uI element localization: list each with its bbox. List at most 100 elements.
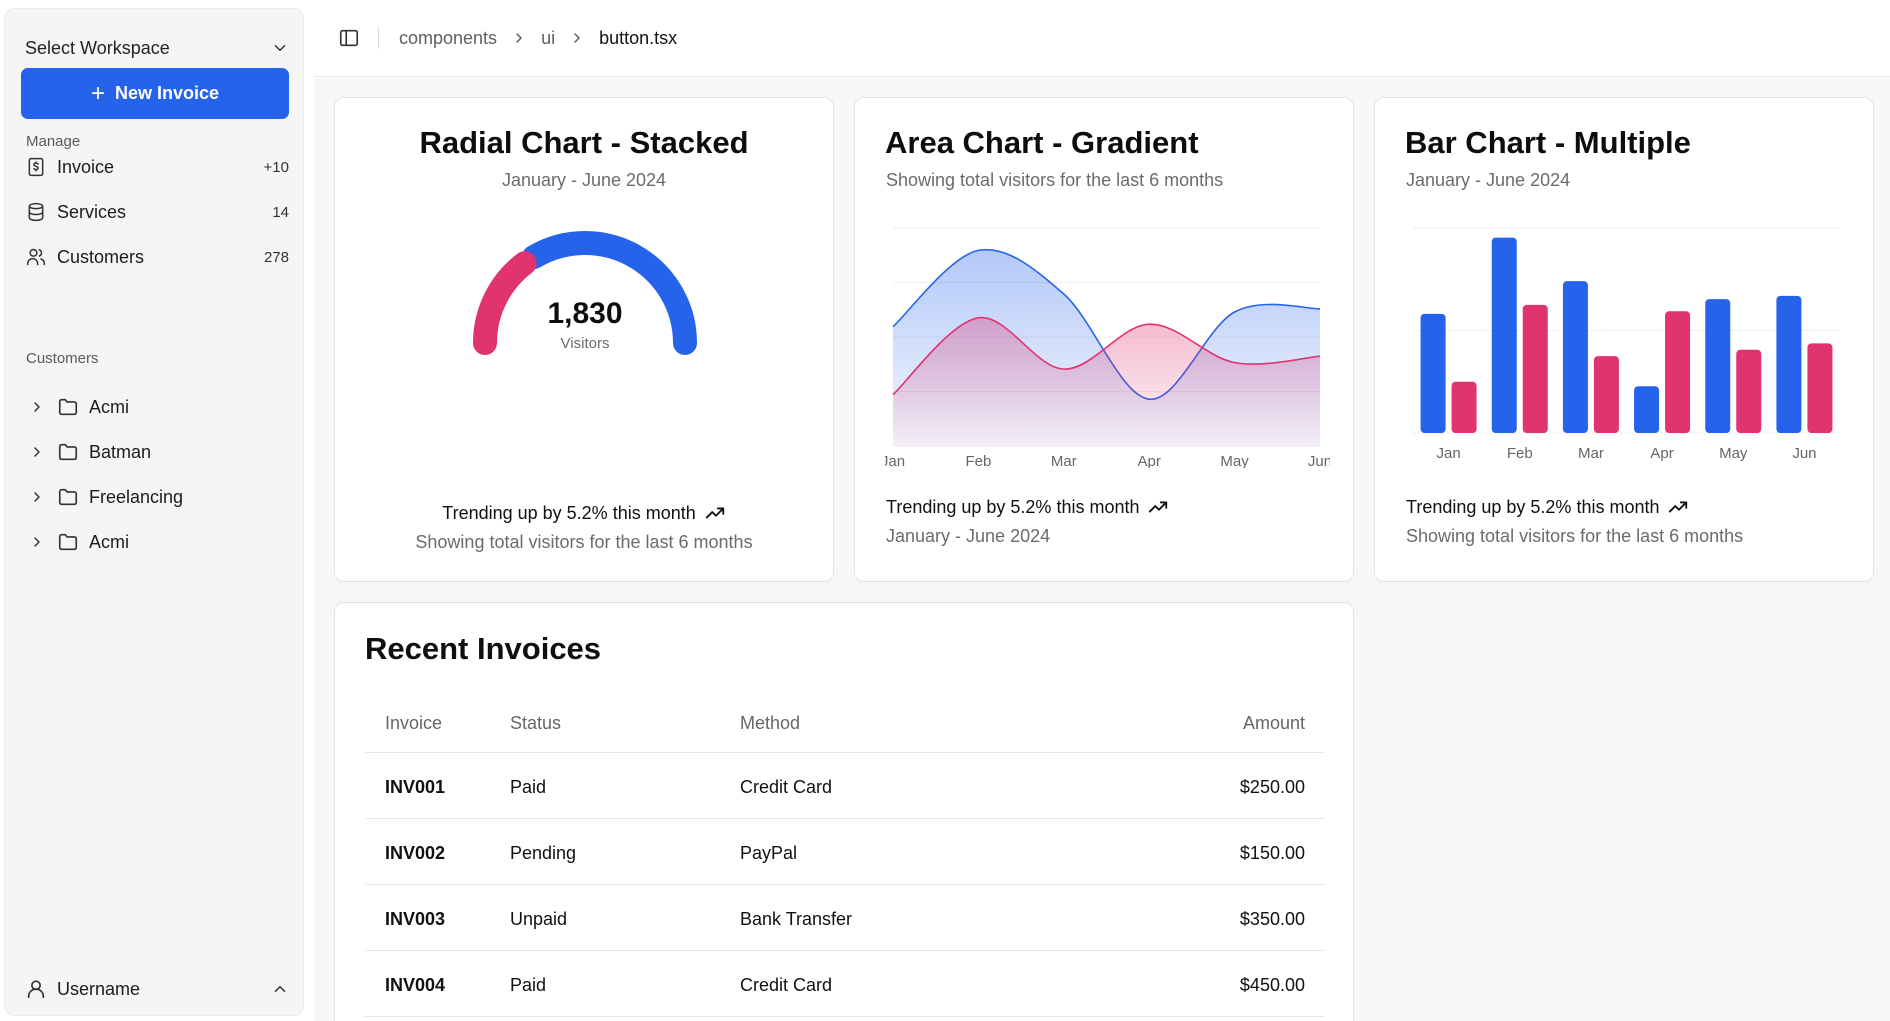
cell-status: Pending <box>510 843 577 863</box>
sidebar-item-label: Services <box>57 201 127 222</box>
area-x-axis: Jan Feb Mar Apr May Jun <box>885 453 1330 468</box>
card-title: Radial Chart - Stacked <box>419 125 749 160</box>
cell-status: Unpaid <box>510 909 568 929</box>
customer-folder-batman[interactable]: Batman <box>29 435 289 469</box>
bar-may-series-2[interactable] <box>1736 349 1762 433</box>
sidebar-item-invoice[interactable]: Invoice +10 <box>25 150 289 184</box>
bar-mar-series-1[interactable] <box>1562 281 1588 433</box>
folder-icon <box>58 443 78 461</box>
services-count: 14 <box>272 203 289 221</box>
table-title: Recent Invoices <box>365 631 602 666</box>
sidebar-item-services[interactable]: Services 14 <box>25 195 289 229</box>
cell-status: Paid <box>510 777 547 797</box>
cell-method: PayPal <box>740 843 798 863</box>
bar-apr-series-1[interactable] <box>1634 386 1660 433</box>
radial-chart: 1,830 Visitors <box>473 231 697 355</box>
bar-x-axis: Jan Feb Mar Apr May Jun <box>1436 445 1816 462</box>
card-subtitle: January - June 2024 <box>1406 170 1571 190</box>
cell-method: Credit Card <box>740 777 833 797</box>
card-subtitle: Showing total visitors for the last 6 mo… <box>886 170 1224 190</box>
chevron-right-icon <box>516 33 522 43</box>
cell-invoice: INV003 <box>385 909 446 929</box>
bar-jan-series-2[interactable] <box>1451 381 1477 433</box>
folder-label: Batman <box>89 441 152 462</box>
chevron-right-icon <box>574 33 580 43</box>
folder-icon <box>58 398 78 416</box>
user-icon <box>27 980 45 999</box>
bar-feb-series-1[interactable] <box>1491 237 1517 433</box>
card-footer-trend: Trending up by 5.2% this month <box>1406 496 1689 518</box>
cell-method: Credit Card <box>740 975 833 995</box>
column-header-method[interactable]: Method <box>740 713 800 734</box>
area-chart: Jan Feb Mar Apr May Jun <box>885 227 1330 468</box>
bar-jun-series-1[interactable] <box>1776 295 1802 433</box>
sidebar-item-label: Invoice <box>57 156 115 177</box>
customer-folder-freelancing[interactable]: Freelancing <box>29 480 289 514</box>
x-tick-label: May <box>1719 445 1748 462</box>
card-footer-trend: Trending up by 5.2% this month <box>886 496 1169 518</box>
folder-label: Acmi <box>89 531 129 552</box>
customer-folder-acmi-2[interactable]: Acmi <box>29 525 289 559</box>
customers-count: 278 <box>263 248 289 266</box>
cell-amount: $250.00 <box>1239 777 1305 797</box>
row-divider <box>365 752 1325 753</box>
sidebar: Select Workspace + New Invoice Manage In… <box>4 8 304 1016</box>
bar-may-series-1[interactable] <box>1705 299 1731 433</box>
cell-amount: $350.00 <box>1239 909 1305 929</box>
bar-jun-series-2[interactable] <box>1807 343 1833 433</box>
radial-chart-card: Radial Chart - Stacked January - June 20… <box>334 97 834 582</box>
bar-grid <box>1413 227 1840 434</box>
x-tick-label: Jun <box>1792 445 1816 462</box>
sidebar-toggle-icon[interactable] <box>338 27 360 49</box>
username-label: Username <box>57 978 141 999</box>
card-title: Bar Chart - Multiple <box>1405 125 1691 160</box>
recent-invoices-card: Recent Invoices Invoice Status Method Am… <box>334 602 1354 1021</box>
bar-apr-series-2[interactable] <box>1665 311 1691 433</box>
folder-label: Acmi <box>89 396 129 417</box>
bar-feb-series-2[interactable] <box>1522 304 1548 433</box>
plus-icon: + <box>90 79 105 107</box>
header-divider <box>378 27 379 49</box>
x-tick-label: Apr <box>1138 453 1161 468</box>
x-tick-label: Mar <box>1051 453 1077 468</box>
trending-up-icon <box>705 507 724 519</box>
sidebar-item-customers[interactable]: Customers 278 <box>25 240 289 274</box>
top-header: components ui button.tsx <box>314 0 1890 77</box>
column-header-invoice[interactable]: Invoice <box>385 713 442 734</box>
chevron-right-icon <box>34 492 40 502</box>
x-tick-label: Mar <box>1578 445 1604 462</box>
trend-text: Trending up by 5.2% this month <box>886 496 1140 517</box>
folder-icon <box>58 488 78 506</box>
bar-chart-card: Bar Chart - Multiple January - June 2024… <box>1374 97 1874 582</box>
workspace-selector[interactable]: Select Workspace <box>25 33 289 63</box>
bar-mar-series-2[interactable] <box>1593 356 1619 433</box>
manage-section-label: Manage <box>26 133 81 150</box>
user-menu[interactable]: Username <box>25 974 289 1004</box>
users-icon <box>25 246 47 268</box>
breadcrumb: components ui button.tsx <box>399 28 677 49</box>
card-title: Area Chart - Gradient <box>885 125 1199 160</box>
breadcrumb-item-ui[interactable]: ui <box>541 28 555 49</box>
column-header-amount[interactable]: Amount <box>1205 713 1305 734</box>
column-header-status[interactable]: Status <box>510 713 561 734</box>
breadcrumb-item-current: button.tsx <box>599 27 678 48</box>
x-tick-label: Jun <box>1308 453 1330 468</box>
bar-marks <box>1420 237 1833 433</box>
cell-status: Paid <box>510 975 547 995</box>
workspace-label: Select Workspace <box>25 37 170 58</box>
trending-up-icon <box>1669 501 1688 513</box>
area-chart-card: Area Chart - Gradient Showing total visi… <box>854 97 1354 582</box>
cell-invoice: INV002 <box>385 843 446 863</box>
radial-segment-mobile[interactable] <box>473 251 537 355</box>
radial-total-label: Visitors <box>561 335 610 352</box>
new-invoice-button[interactable]: + New Invoice <box>21 68 289 119</box>
invoice-count: +10 <box>263 158 289 176</box>
bar-jan-series-1[interactable] <box>1420 313 1446 433</box>
chevron-right-icon <box>34 402 40 412</box>
breadcrumb-item-components[interactable]: components <box>399 28 497 49</box>
trend-text: Trending up by 5.2% this month <box>1406 496 1660 517</box>
x-tick-label: Feb <box>965 453 991 468</box>
x-tick-label: Feb <box>1507 445 1533 462</box>
trend-text: Trending up by 5.2% this month <box>442 502 696 523</box>
customer-folder-acmi[interactable]: Acmi <box>29 390 289 424</box>
